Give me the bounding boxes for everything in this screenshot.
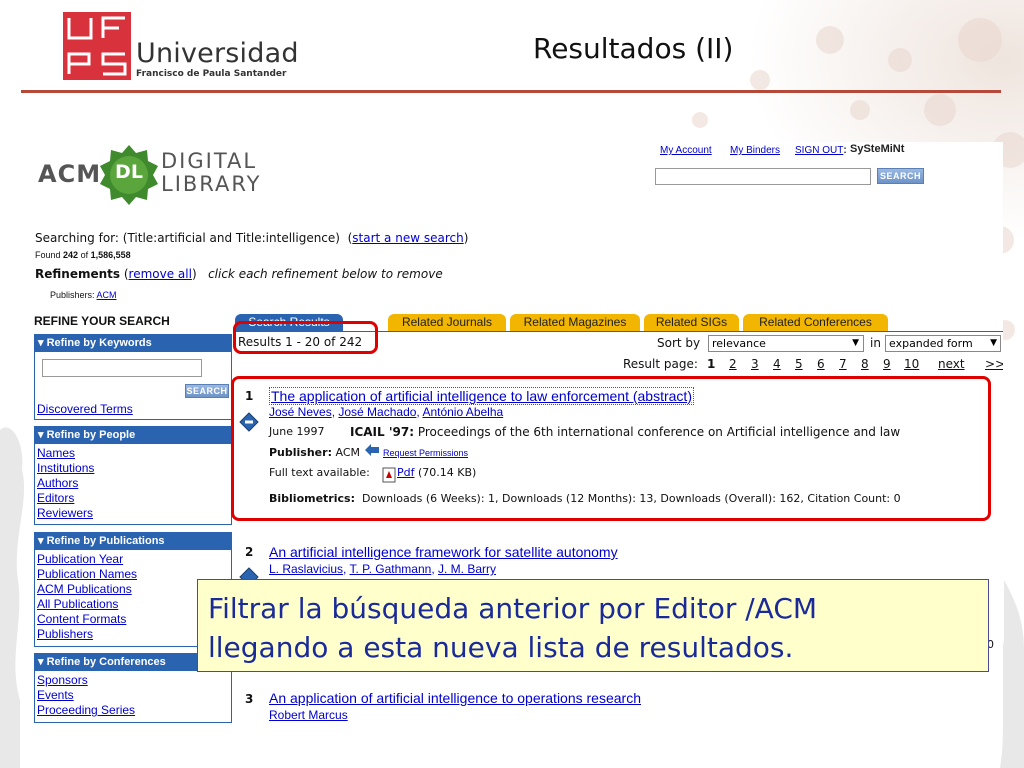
publishers-label: Publishers: — [50, 290, 95, 300]
sponsors-link[interactable]: Sponsors — [37, 673, 135, 688]
people-editors-link[interactable]: Editors — [37, 491, 94, 506]
page-5-link[interactable]: 5 — [795, 357, 803, 371]
my-account-link[interactable]: My Account — [660, 145, 712, 156]
refine-keywords-box: ▾ Refine by Keywords SEARCH Discovered T… — [34, 334, 232, 420]
page-8-link[interactable]: 8 — [861, 357, 869, 371]
tab-related-conferences[interactable]: Related Conferences — [743, 314, 888, 331]
acm-logo-text: ACM — [38, 160, 102, 188]
keyword-search-button[interactable]: SEARCH — [185, 384, 229, 398]
discovered-terms-link[interactable]: Discovered Terms — [37, 402, 133, 417]
caption-callout: Filtrar la búsqueda anterior por Editor … — [197, 579, 989, 672]
sort-by-label: Sort by — [657, 336, 701, 350]
result-2-author-link[interactable]: J. M. Barry — [438, 562, 496, 576]
acm-publications-link[interactable]: ACM Publications — [37, 582, 137, 597]
university-logo-icon — [63, 12, 131, 80]
page-3-link[interactable]: 3 — [751, 357, 759, 371]
user-name: SySteMiNt — [850, 143, 905, 155]
page-7-link[interactable]: 7 — [839, 357, 847, 371]
page-10-link[interactable]: 10 — [904, 357, 919, 371]
refine-keywords-header[interactable]: ▾ Refine by Keywords — [35, 335, 231, 352]
people-authors-link[interactable]: Authors — [37, 476, 94, 491]
result-2-author-link[interactable]: L. Raslavicius — [269, 562, 343, 576]
page-6-link[interactable]: 6 — [817, 357, 825, 371]
results-count-highlight — [233, 321, 378, 354]
page-9-link[interactable]: 9 — [883, 357, 891, 371]
proceeding-series-link[interactable]: Proceeding Series — [37, 703, 135, 718]
publisher-acm-refinement[interactable]: ACM — [97, 290, 117, 300]
page-2-link[interactable]: 2 — [729, 357, 737, 371]
tab-related-magazines[interactable]: Related Magazines — [510, 314, 640, 331]
next-page-link[interactable]: next — [938, 357, 965, 371]
start-new-search-link[interactable]: start a new search — [352, 231, 463, 245]
caption-line-1: Filtrar la búsqueda anterior por Editor … — [208, 592, 818, 625]
refine-heading: REFINE YOUR SEARCH — [34, 314, 170, 328]
result-3-author-link[interactable]: Robert Marcus — [269, 708, 348, 722]
publication-names-link[interactable]: Publication Names — [37, 567, 137, 582]
my-binders-link[interactable]: My Binders — [730, 145, 780, 156]
caption-line-2: llegando a esta nueva lista de resultado… — [208, 631, 794, 664]
refinements-label: Refinements — [35, 267, 121, 281]
sign-out-link[interactable]: SIGN OUT — [795, 145, 843, 156]
content-formats-link[interactable]: Content Formats — [37, 612, 137, 627]
people-reviewers-link[interactable]: Reviewers — [37, 506, 94, 521]
page-4-link[interactable]: 4 — [773, 357, 781, 371]
tab-related-sigs[interactable]: Related SIGs — [644, 314, 739, 331]
publishers-link[interactable]: Publishers — [37, 627, 137, 642]
keyword-refine-input[interactable] — [42, 359, 202, 377]
refine-people-header[interactable]: ▾ Refine by People — [35, 427, 231, 444]
remove-all-link[interactable]: remove all — [129, 267, 192, 281]
result-2-author-link[interactable]: T. P. Gathmann — [349, 562, 431, 576]
top-search-button[interactable]: SEARCH — [877, 168, 924, 184]
result-2-number: 2 — [245, 545, 254, 559]
logo-library: LIBRARY — [161, 172, 262, 196]
result-2-authors: L. Raslavicius, T. P. Gathmann, J. M. Ba… — [269, 562, 496, 576]
view-form-select[interactable]: expanded form ▼ — [885, 335, 1001, 352]
result-1-highlight — [231, 376, 991, 521]
sort-select[interactable]: relevance ▼ — [708, 335, 864, 352]
publication-year-link[interactable]: Publication Year — [37, 552, 137, 567]
refinements-hint: click each refinement below to remove — [208, 267, 443, 281]
events-link[interactable]: Events — [37, 688, 135, 703]
top-search-input[interactable] — [655, 168, 871, 185]
tab-related-journals[interactable]: Related Journals — [388, 314, 506, 331]
in-label: in — [870, 336, 881, 350]
university-name: Universidad — [136, 38, 299, 69]
found-count-line: Found 242 of 1,586,558 — [35, 250, 131, 260]
refine-people-box: ▾ Refine by People Names Institutions Au… — [34, 426, 232, 525]
header-divider — [21, 90, 1001, 93]
result-2-title-link[interactable]: An artificial intelligence framework for… — [269, 544, 618, 560]
logo-digital: DIGITAL — [161, 149, 258, 173]
people-names-link[interactable]: Names — [37, 446, 94, 461]
people-institutions-link[interactable]: Institutions — [37, 461, 94, 476]
page-1-current: 1 — [707, 357, 716, 371]
refine-publications-header[interactable]: ▾ Refine by Publications — [35, 533, 231, 550]
result-3-title-link[interactable]: An application of artificial intelligenc… — [269, 690, 641, 706]
slide-title: Resultados (II) — [533, 32, 734, 65]
last-page-link[interactable]: >> — [985, 357, 1003, 371]
result-3-number: 3 — [245, 692, 254, 706]
dl-logo-label: DL — [115, 161, 143, 183]
all-publications-link[interactable]: All Publications — [37, 597, 137, 612]
result-page-label: Result page: — [623, 357, 698, 371]
university-subtitle: Francisco de Paula Santander — [136, 69, 287, 79]
searching-label: Searching for: — [35, 231, 119, 245]
result-3-authors: Robert Marcus — [269, 708, 348, 722]
searching-query: (Title:artificial and Title:intelligence… — [122, 231, 340, 245]
